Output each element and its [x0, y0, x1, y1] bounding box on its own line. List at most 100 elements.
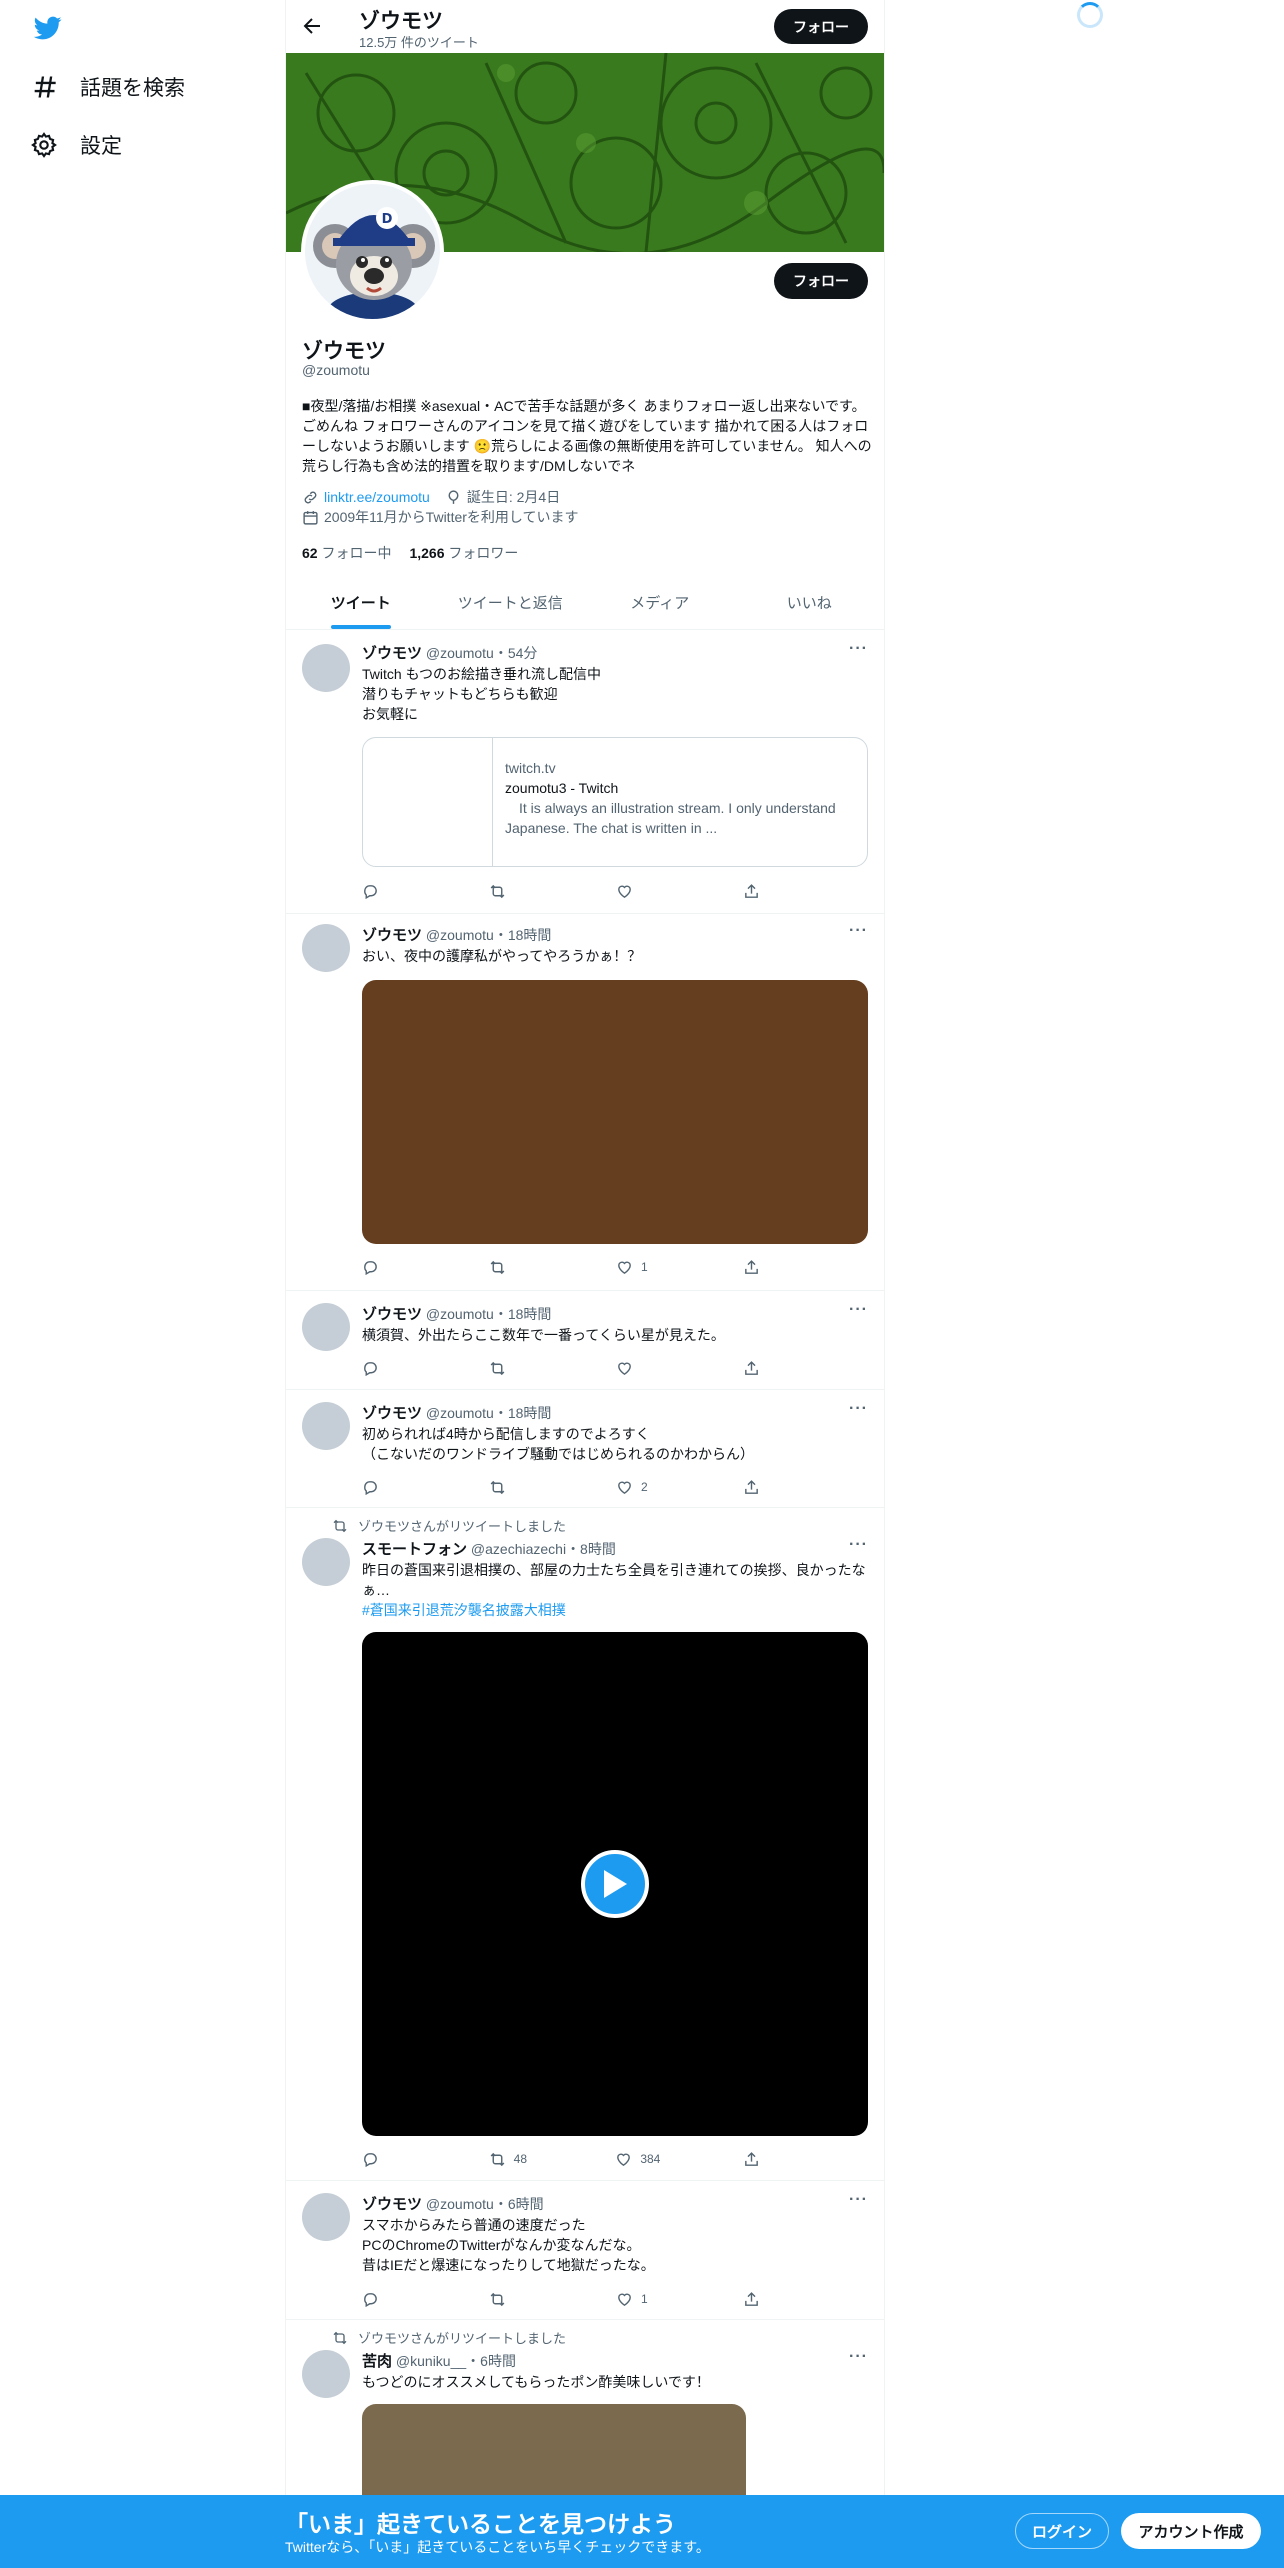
tab-tweets[interactable]: ツイート — [286, 576, 436, 629]
signup-button[interactable]: アカウント作成 — [1121, 2513, 1261, 2549]
link-card[interactable]: twitch.tv zoumotu3 - Twitch It is always… — [362, 737, 868, 867]
like-button[interactable] — [616, 880, 660, 902]
reply-button[interactable] — [362, 2148, 406, 2170]
retweet-button[interactable] — [489, 1256, 533, 1278]
tab-tweets-and-replies[interactable]: ツイートと返信 — [436, 576, 586, 629]
retweet-note-text[interactable]: ゾウモツさんがリツイートしました — [358, 2328, 566, 2347]
tweet-time[interactable]: ・18時間 — [494, 1306, 552, 1322]
back-arrow-icon[interactable] — [300, 14, 324, 38]
following-label: フォロー中 — [321, 545, 392, 561]
tweet-avatar[interactable] — [302, 1538, 350, 1586]
tweet-author-name[interactable]: ゾウモツ — [362, 645, 422, 662]
tweet-time[interactable]: ・6時間 — [494, 2196, 544, 2212]
tweet-author-name[interactable]: 苦肉 — [362, 2353, 392, 2370]
share-button[interactable] — [743, 1476, 787, 1498]
header-follow-button[interactable]: フォロー — [774, 9, 868, 44]
tweet-avatar[interactable] — [302, 2350, 350, 2398]
retweet-button[interactable] — [489, 1476, 533, 1498]
link-card-body: twitch.tv zoumotu3 - Twitch It is always… — [505, 758, 855, 838]
tweet[interactable]: ゾウモツ @zoumotu・18時間 ··· おい、夜中の護摩私がやってやろうか… — [286, 914, 884, 1291]
tweet-avatar[interactable] — [302, 924, 350, 972]
tweet[interactable]: ゾウモツ @zoumotu・54分 ··· Twitch もつのお絵描き垂れ流し… — [286, 630, 884, 914]
share-button[interactable] — [743, 1256, 787, 1278]
tweet-author-name[interactable]: スモートフォン — [362, 1541, 467, 1558]
tweet-text: 初められれば4時から配信しますのでよろすく （こないだのワンドライブ騒動ではじめ… — [362, 1426, 754, 1462]
play-button[interactable] — [581, 1850, 649, 1918]
retweet-icon — [490, 884, 505, 898]
tweet-hashtag[interactable]: #蒼国来引退荒汐襲名披露大相撲 — [362, 1600, 872, 1620]
profile-birthday: 誕生日: 2月4日 — [466, 489, 561, 505]
link-card-description: It is always an illustration stream. I o… — [505, 800, 836, 836]
reply-button[interactable] — [362, 1357, 406, 1379]
tweet-avatar[interactable] — [302, 644, 350, 692]
tweet-header: ゾウモツ @zoumotu・6時間 — [362, 2193, 544, 2214]
reply-button[interactable] — [362, 1256, 406, 1278]
like-button[interactable]: 384 — [615, 2148, 660, 2170]
more-icon[interactable]: ··· — [849, 2348, 868, 2366]
more-icon[interactable]: ··· — [849, 640, 868, 658]
heart-icon — [618, 1481, 631, 1494]
balloon-icon — [448, 489, 459, 504]
retweet-button[interactable] — [489, 880, 533, 902]
svg-text:D: D — [382, 212, 393, 227]
profile-follow-button[interactable]: フォロー — [774, 263, 868, 299]
tweet-avatar[interactable] — [302, 2193, 350, 2241]
tweet-text: 昨日の蒼国来引退相撲の、部屋の力士たち全員を引き連れての挨拶、良かったなぁ… — [362, 1562, 866, 1598]
tweet-time[interactable]: ・18時間 — [494, 1405, 552, 1421]
twitter-logo-icon[interactable] — [32, 14, 64, 42]
following-stat[interactable]: 62 フォロー中 — [302, 543, 391, 563]
more-icon[interactable]: ··· — [849, 1536, 868, 1554]
tweet-author-name[interactable]: ゾウモツ — [362, 2196, 422, 2213]
tweet-avatar[interactable] — [302, 1303, 350, 1351]
tweet-time[interactable]: ・54分 — [494, 645, 538, 661]
tweet[interactable]: ゾウモツさんがリツイートしました スモートフォン @azechiazechi・8… — [286, 1508, 884, 2181]
profile-avatar[interactable]: D — [301, 180, 444, 323]
reply-button[interactable] — [362, 2288, 406, 2310]
followers-stat[interactable]: 1,266 フォロワー — [409, 543, 518, 563]
profile-meta-row-2: 2009年11月からTwitterを利用しています — [302, 507, 579, 527]
more-icon[interactable]: ··· — [849, 922, 868, 940]
share-button[interactable] — [743, 2288, 787, 2310]
header-title: ゾウモツ — [359, 10, 443, 33]
reply-icon — [364, 1480, 377, 1495]
like-button[interactable] — [616, 1357, 660, 1379]
tweet-time[interactable]: ・18時間 — [494, 927, 552, 943]
more-icon[interactable]: ··· — [849, 2191, 868, 2209]
tweet-avatar[interactable] — [302, 1402, 350, 1450]
share-icon — [745, 2151, 758, 2166]
profile-link[interactable]: linktr.ee/zoumotu — [324, 489, 430, 505]
tweet-author-name[interactable]: ゾウモツ — [362, 927, 422, 944]
tweet-header: 苦肉 @kuniku__・6時間 — [362, 2350, 516, 2371]
retweet-note-text[interactable]: ゾウモツさんがリツイートしました — [358, 1516, 566, 1535]
nav-settings[interactable]: 設定 — [30, 130, 122, 160]
tweet-actions: 1 — [362, 2288, 787, 2310]
like-button[interactable]: 2 — [616, 1476, 660, 1498]
tweet-author-name[interactable]: ゾウモツ — [362, 1306, 422, 1323]
like-count: 384 — [640, 2152, 661, 2166]
like-button[interactable]: 1 — [616, 1256, 660, 1278]
share-button[interactable] — [743, 1357, 787, 1379]
login-button[interactable]: ログイン — [1015, 2513, 1109, 2549]
more-icon[interactable]: ··· — [849, 1400, 868, 1418]
retweet-button[interactable] — [489, 1357, 533, 1379]
tweet-time[interactable]: ・6時間 — [466, 2353, 516, 2369]
tab-media[interactable]: メディア — [585, 576, 735, 629]
tweet-video[interactable] — [362, 1632, 868, 2136]
more-icon[interactable]: ··· — [849, 1301, 868, 1319]
retweet-button[interactable]: 48 — [489, 2148, 533, 2170]
tweet-author-name[interactable]: ゾウモツ — [362, 1405, 422, 1422]
retweet-button[interactable] — [489, 2288, 533, 2310]
share-button[interactable] — [743, 2148, 787, 2170]
tweet-time[interactable]: ・8時間 — [566, 1541, 616, 1557]
nav-explore[interactable]: 話題を検索 — [30, 72, 185, 102]
reply-button[interactable] — [362, 1476, 406, 1498]
tweet-image[interactable] — [362, 980, 868, 1244]
tweet[interactable]: ゾウモツ @zoumotu・6時間 ··· スマホからみたら普通の速度だった P… — [286, 2181, 884, 2320]
like-button[interactable]: 1 — [616, 2288, 660, 2310]
share-button[interactable] — [743, 880, 787, 902]
reply-button[interactable] — [362, 880, 406, 902]
tweet[interactable]: ゾウモツ @zoumotu・18時間 ··· 初められれば4時から配信しますので… — [286, 1390, 884, 1508]
followers-count: 1,266 — [409, 545, 445, 561]
tab-likes[interactable]: いいね — [735, 576, 885, 629]
tweet[interactable]: ゾウモツ @zoumotu・18時間 ··· 横須賀、外出たらここ数年で一番って… — [286, 1291, 884, 1390]
